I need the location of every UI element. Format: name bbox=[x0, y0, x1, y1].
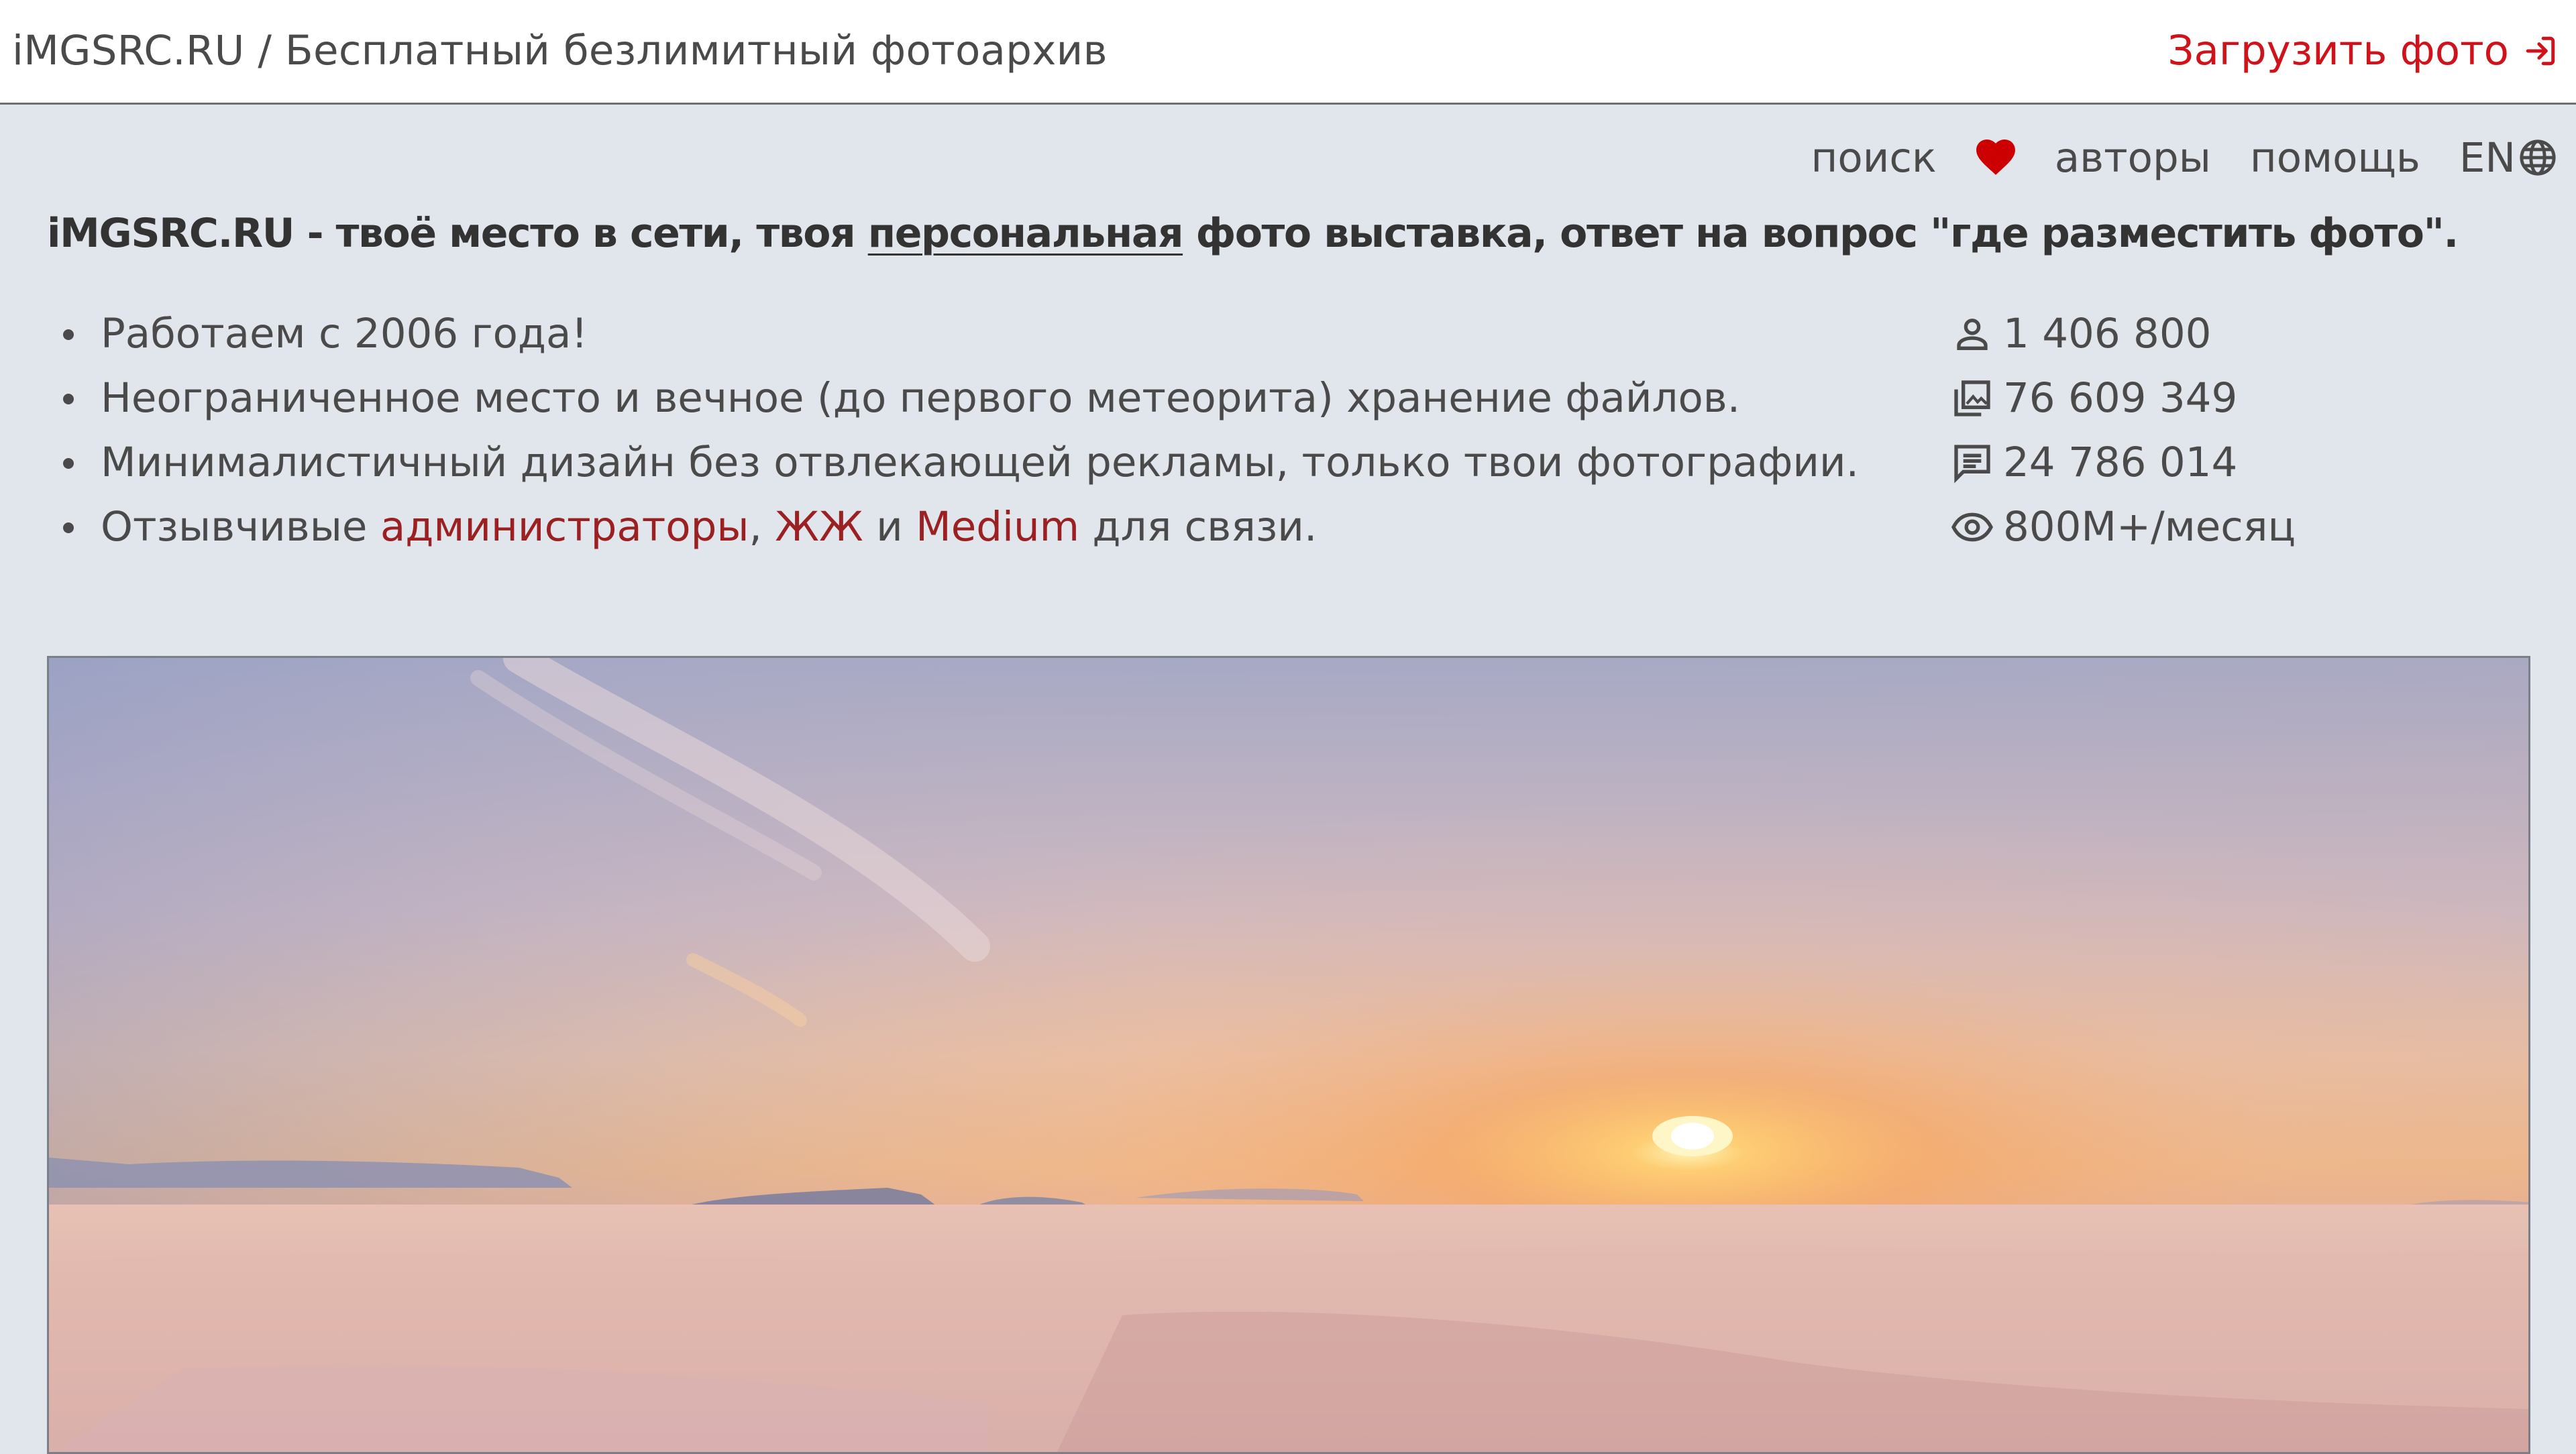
stat-value: 1 406 800 bbox=[2003, 310, 2212, 357]
features-list: Работаем с 2006 года! Неограниченное мес… bbox=[40, 302, 1859, 559]
feature-item: Отзывчивые администраторы, ЖЖ и Medium д… bbox=[40, 495, 1859, 559]
feature-separator: , bbox=[749, 503, 775, 551]
top-bar: iMGSRC.RU / Бесплатный безлимитный фотоа… bbox=[0, 0, 2576, 105]
feature-item: Неограниченное место и вечное (до первог… bbox=[40, 366, 1859, 431]
feature-text: Минималистичный дизайн без отвлекающей р… bbox=[101, 439, 1860, 486]
globe-icon bbox=[2518, 138, 2557, 177]
tagline-part-1: iMGSRC.RU - твоё место в сети, твоя bbox=[47, 210, 868, 257]
medium-link[interactable]: Medium bbox=[916, 503, 1079, 551]
stat-photos: 76 609 349 bbox=[1951, 366, 2296, 431]
comment-icon bbox=[1951, 441, 1994, 484]
feature-item: Работаем с 2006 года! bbox=[40, 302, 1859, 366]
hero-photo[interactable] bbox=[47, 656, 2530, 1454]
nav-search-link[interactable]: поиск bbox=[1811, 134, 1937, 182]
feature-separator: и bbox=[863, 503, 916, 551]
nav-help-link[interactable]: помощь bbox=[2250, 134, 2420, 182]
feature-text: Работаем с 2006 года! bbox=[101, 310, 588, 357]
main-nav: поиск авторы помощь EN bbox=[1811, 131, 2557, 184]
stat-value: 800M+/месяц bbox=[2003, 503, 2296, 551]
admins-link[interactable]: администраторы bbox=[380, 503, 749, 551]
heart-icon[interactable] bbox=[1976, 139, 2016, 176]
stats-list: 1 406 800 76 609 349 24 786 014 800M+/ме… bbox=[1951, 302, 2296, 559]
bullet bbox=[63, 329, 74, 340]
tagline-personal-link[interactable]: персональная bbox=[868, 210, 1184, 257]
site-title[interactable]: iMGSRC.RU / Бесплатный безлимитный фотоа… bbox=[12, 25, 1108, 76]
photo-library-icon bbox=[1951, 377, 1994, 420]
user-icon bbox=[1951, 313, 1994, 355]
stat-users: 1 406 800 bbox=[1951, 302, 2296, 366]
nav-authors-link[interactable]: авторы bbox=[2055, 134, 2211, 182]
livejournal-link[interactable]: ЖЖ bbox=[775, 503, 863, 551]
tagline-part-2: фото выставка, ответ на вопрос "где разм… bbox=[1183, 210, 2459, 257]
feature-text: Неограниченное место и вечное (до первог… bbox=[101, 374, 1741, 422]
eye-icon bbox=[1951, 506, 1994, 549]
stat-comments: 24 786 014 bbox=[1951, 431, 2296, 495]
bullet bbox=[63, 522, 74, 533]
stat-value: 76 609 349 bbox=[2003, 374, 2238, 422]
upload-photo-label: Загрузить фото bbox=[2167, 27, 2509, 74]
stat-value: 24 786 014 bbox=[2003, 439, 2238, 486]
bullet bbox=[63, 394, 74, 404]
feature-text-suffix: для связи. bbox=[1079, 503, 1318, 551]
stat-views: 800M+/месяц bbox=[1951, 495, 2296, 559]
bullet bbox=[63, 458, 74, 469]
login-arrow-icon bbox=[2524, 34, 2557, 68]
language-label: EN bbox=[2459, 133, 2516, 182]
upload-photo-link[interactable]: Загрузить фото bbox=[2167, 25, 2557, 76]
language-switch[interactable]: EN bbox=[2459, 134, 2557, 182]
tagline: iMGSRC.RU - твоё место в сети, твоя перс… bbox=[47, 207, 2459, 260]
feature-text-prefix: Отзывчивые bbox=[101, 503, 380, 551]
feature-item: Минималистичный дизайн без отвлекающей р… bbox=[40, 431, 1859, 495]
